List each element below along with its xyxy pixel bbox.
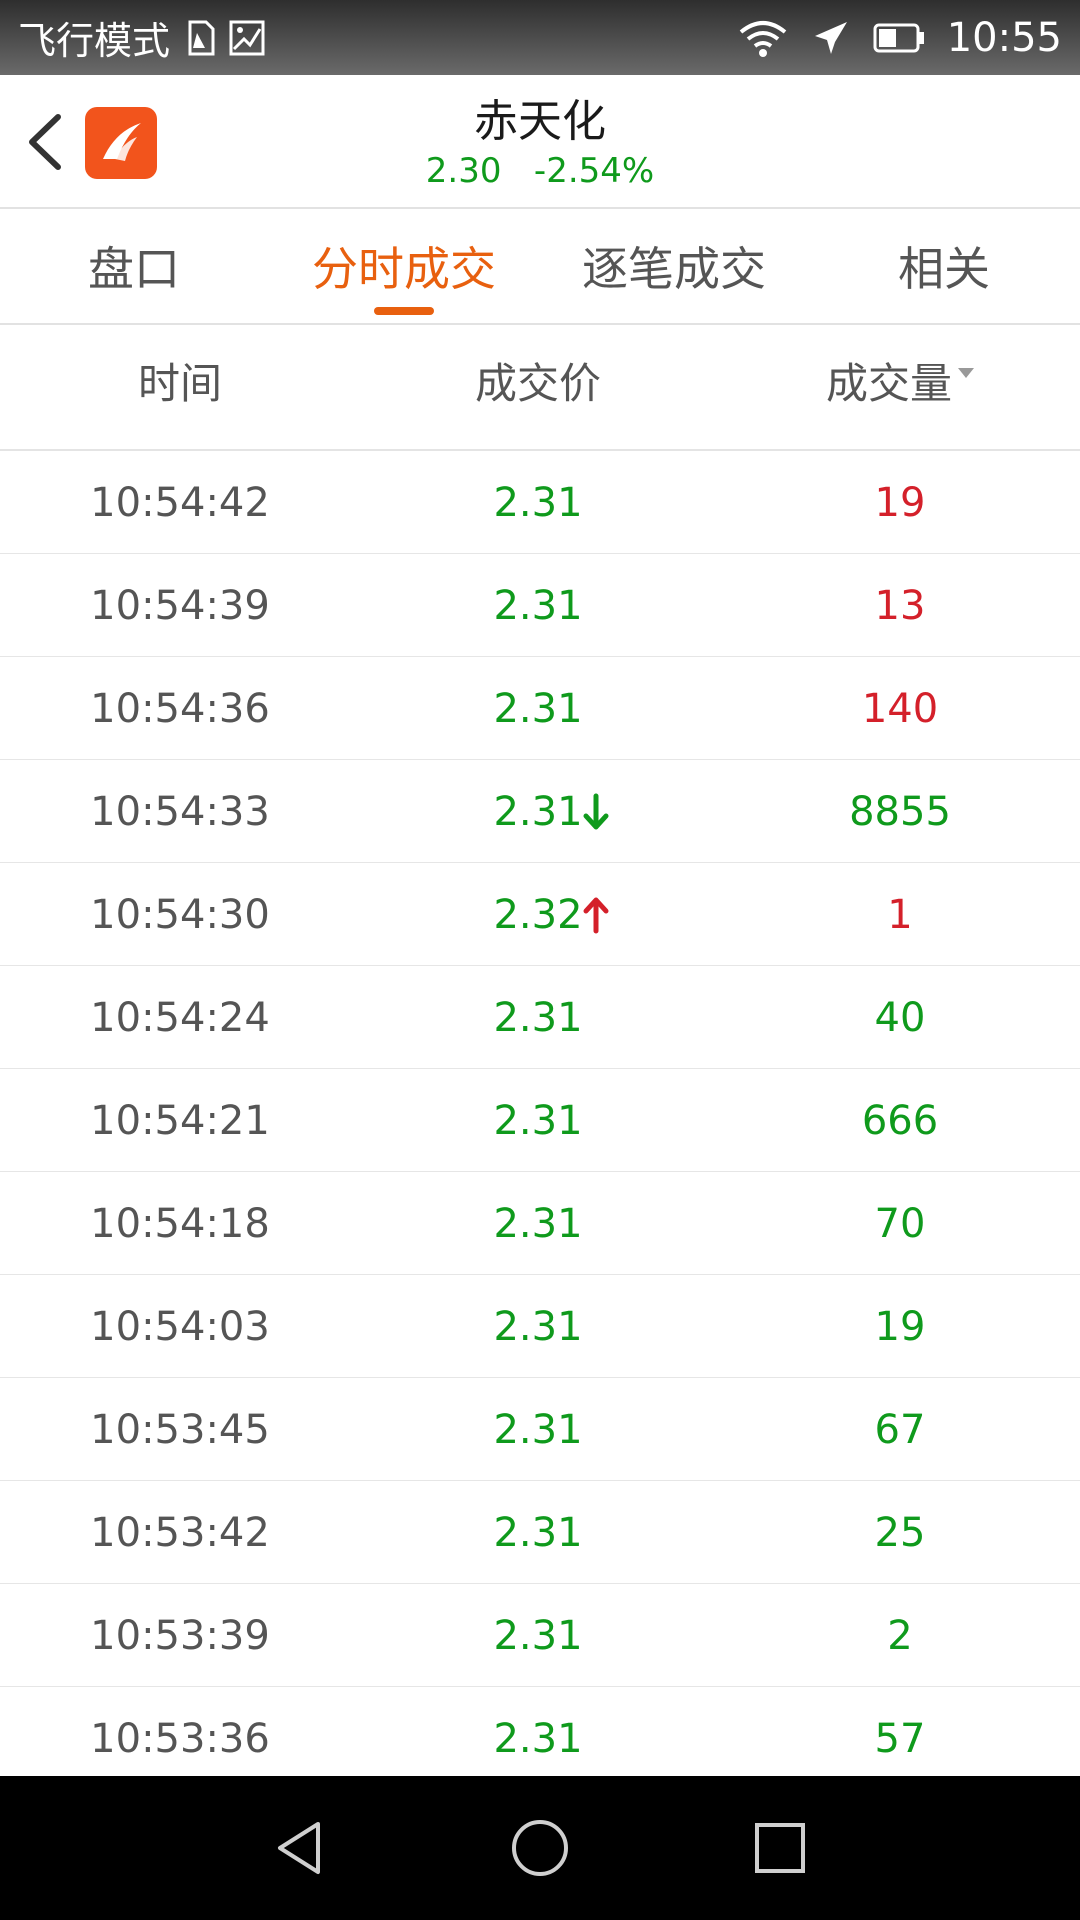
tab-bar: 盘口 分时成交 逐笔成交 相关 [0, 209, 1080, 325]
trade-volume: 1 [887, 891, 913, 938]
trade-volume: 70 [874, 1200, 926, 1247]
stock-change-percent: -2.54% [533, 151, 655, 191]
nav-home-button[interactable] [510, 1818, 570, 1878]
airplane-icon [811, 18, 851, 58]
arrow-up-icon [583, 897, 609, 934]
trade-price: 2.31 [493, 685, 583, 732]
trade-volume: 140 [861, 685, 939, 732]
square-recents-icon [755, 1823, 805, 1873]
trade-volume: 666 [861, 1097, 939, 1144]
column-header-price: 成交价 [474, 358, 601, 408]
trade-price: 2.31 [493, 1200, 583, 1247]
column-header-time: 时间 [137, 358, 222, 408]
trade-price: 2.31 [493, 1097, 583, 1144]
trade-time: 10:53:45 [90, 1406, 270, 1453]
table-row: 10:54:21 2.31 666 [0, 1069, 1080, 1172]
sim-card-icon [182, 18, 216, 58]
trade-volume: 8855 [849, 788, 951, 835]
active-tab-indicator [374, 307, 434, 315]
trade-time: 10:54:03 [90, 1303, 270, 1350]
trade-price: 2.31 [493, 1406, 583, 1453]
trade-time: 10:53:39 [90, 1612, 270, 1659]
triangle-back-icon [278, 1822, 320, 1874]
trade-list[interactable]: 10:54:42 2.31 19 10:54:39 2.31 13 10:54:… [0, 451, 1080, 1790]
trade-volume: 19 [874, 1303, 926, 1350]
table-row: 10:54:36 2.31 140 [0, 657, 1080, 760]
system-nav-bar [0, 1776, 1080, 1920]
trade-price: 2.31 [493, 1303, 583, 1350]
nav-recents-button[interactable] [750, 1818, 810, 1878]
table-row: 10:54:30 2.32 1 [0, 863, 1080, 966]
table-row: 10:54:39 2.31 13 [0, 554, 1080, 657]
trade-volume: 57 [874, 1715, 926, 1762]
table-row: 10:54:03 2.31 19 [0, 1275, 1080, 1378]
trade-volume: 40 [874, 994, 926, 1041]
clock: 10:55 [946, 14, 1062, 61]
trade-price: 2.31 [493, 582, 583, 629]
status-bar: 飞行模式 10:55 [0, 0, 1080, 75]
sort-desc-icon [958, 368, 974, 378]
image-notification-icon [228, 19, 266, 57]
tab-order-book[interactable]: 盘口 [34, 209, 234, 323]
trade-time: 10:54:30 [90, 891, 270, 938]
trade-time: 10:54:42 [90, 479, 270, 526]
table-row: 10:54:42 2.31 19 [0, 451, 1080, 554]
stock-quote: 2.30 -2.54% [0, 151, 1080, 191]
table-row: 10:53:39 2.31 2 [0, 1584, 1080, 1687]
tab-tick-by-tick[interactable]: 逐笔成交 [574, 209, 774, 323]
trade-price: 2.31 [493, 1715, 583, 1762]
trade-price: 2.31 [493, 1509, 583, 1556]
arrow-down-icon [583, 793, 609, 830]
tab-related[interactable]: 相关 [844, 209, 1044, 323]
trade-time: 10:53:36 [90, 1715, 270, 1762]
airplane-mode-label: 飞行模式 [18, 19, 171, 63]
table-row: 10:53:36 2.31 57 [0, 1687, 1080, 1790]
circle-home-icon [512, 1820, 568, 1876]
trade-volume: 19 [874, 479, 926, 526]
trade-volume: 67 [874, 1406, 926, 1453]
trade-price: 2.31 [493, 1612, 583, 1659]
trade-price: 2.31 [493, 479, 583, 526]
battery-icon [873, 23, 925, 53]
table-row: 10:53:45 2.31 67 [0, 1378, 1080, 1481]
table-row: 10:54:33 2.31 8855 [0, 760, 1080, 863]
trade-time: 10:54:21 [90, 1097, 270, 1144]
trade-price: 2.31 [493, 994, 583, 1041]
trade-price: 2.31 [493, 788, 583, 835]
trade-time: 10:53:42 [90, 1509, 270, 1556]
table-header: 时间 成交价 成交量 [0, 325, 1080, 451]
trade-price: 2.32 [493, 891, 583, 938]
tab-time-sales[interactable]: 分时成交 [304, 209, 504, 323]
table-row: 10:54:24 2.31 40 [0, 966, 1080, 1069]
column-header-volume-label: 成交量 [825, 358, 952, 408]
column-header-volume[interactable]: 成交量 [780, 325, 1020, 435]
table-row: 10:53:42 2.31 25 [0, 1481, 1080, 1584]
table-row: 10:54:18 2.31 70 [0, 1172, 1080, 1275]
stock-header: 赤天化 2.30 -2.54% [0, 75, 1080, 209]
trade-time: 10:54:24 [90, 994, 270, 1041]
wifi-icon [737, 18, 789, 58]
stock-name: 赤天化 [474, 96, 606, 147]
nav-back-button[interactable] [270, 1818, 330, 1878]
stock-price: 2.30 [425, 151, 502, 191]
trade-volume: 2 [887, 1612, 913, 1659]
trade-volume: 13 [874, 582, 926, 629]
trade-time: 10:54:39 [90, 582, 270, 629]
trade-volume: 25 [874, 1509, 926, 1556]
trade-time: 10:54:18 [90, 1200, 270, 1247]
trade-time: 10:54:33 [90, 788, 270, 835]
trade-time: 10:54:36 [90, 685, 270, 732]
